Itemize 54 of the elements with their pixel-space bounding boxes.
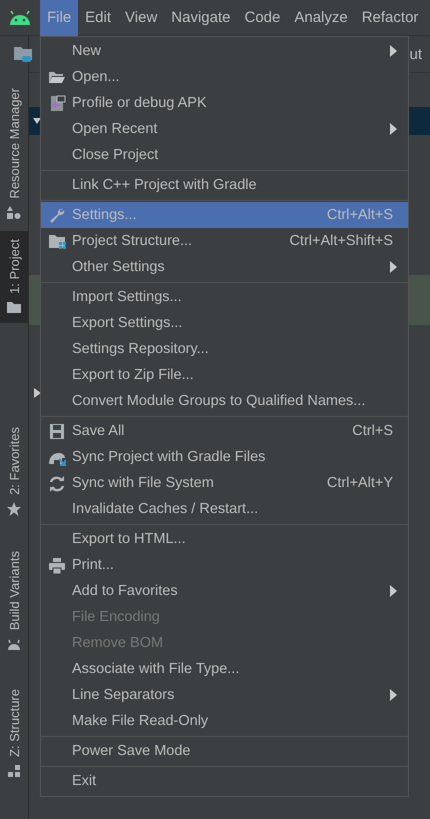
menu-item[interactable]: Settings Repository... [41,336,408,362]
tab-label[interactable]: ut [409,46,430,62]
star-icon [6,501,22,518]
folder-grid-icon [48,232,66,250]
menu-item[interactable]: Line Separators [41,682,408,708]
menu-item[interactable]: Power Save Mode [41,738,408,764]
menu-item[interactable]: Exit [41,768,408,794]
save-icon [48,422,66,440]
refresh-icon [48,474,66,492]
menu-item[interactable]: Profile or debug APK [41,90,408,116]
menu-item[interactable]: Sync with File System Ctrl+Alt+Y [41,470,408,496]
menu-item[interactable]: Print... [41,552,408,578]
menu-item[interactable]: New [41,38,408,64]
menu-item[interactable]: Close Project [41,142,408,168]
folder-icon [6,299,22,316]
menu-item[interactable]: Export to Zip File... [41,362,408,388]
menu-item[interactable]: Invalidate Caches / Restart... [41,496,408,522]
menu-item[interactable]: Make File Read-Only [41,708,408,734]
wrench-icon [48,206,66,224]
menu-item[interactable]: Open... [41,64,408,90]
menu-bar-item[interactable]: Code [237,0,288,36]
menu-item[interactable]: Open Recent [41,116,408,142]
printer-icon [48,556,66,574]
menu-item[interactable]: Export Settings... [41,310,408,336]
tool-window-tab[interactable]: 1: Project [0,230,28,324]
android-logo-icon [8,10,32,26]
shortcut-text: Ctrl+Alt+Y [326,475,393,491]
collapse-arrow-icon[interactable] [32,116,42,126]
menu-item[interactable]: Export to HTML... [41,526,408,552]
menu-bar-item[interactable]: Edit [78,0,118,36]
tool-window-tab[interactable]: Build Variants [0,543,28,661]
menu-item[interactable]: Associate with File Type... [41,656,408,682]
shortcut-text: Ctrl+Alt+Shift+S [289,233,393,249]
menu-bar-item[interactable]: Analyze [287,0,355,36]
menu-item[interactable]: Project Structure... Ctrl+Alt+Shift+S [41,228,408,254]
menu-item[interactable]: Convert Module Groups to Qualified Names... [41,388,408,414]
menu-bar-item[interactable]: Refactor [354,0,426,36]
menu-item[interactable]: Save All Ctrl+S [41,418,408,444]
menu-item[interactable]: Sync Project with Gradle Files [41,444,408,470]
tool-window-tab[interactable]: 2: Favorites [0,419,28,526]
structure-icon [6,762,22,779]
shortcut-text: Ctrl+Alt+S [326,207,393,223]
folder-icon[interactable] [13,45,33,63]
menu-item[interactable]: Add to Favorites [41,578,408,604]
menu-bar-item[interactable]: View [118,0,164,36]
menu-bar-item[interactable]: Navigate [164,0,238,36]
tool-window-tab[interactable]: Resource Manager [0,80,28,229]
expand-arrow-icon[interactable] [32,386,42,398]
menu-item[interactable]: Link C++ Project with Gradle [41,172,408,198]
shortcut-text: Ctrl+S [352,423,393,439]
tool-window-tab[interactable]: Z: Structure [0,680,28,787]
shapes-icon [6,204,22,221]
menu-item[interactable]: Other Settings [41,254,408,280]
menu-item[interactable]: Import Settings... [41,284,408,310]
